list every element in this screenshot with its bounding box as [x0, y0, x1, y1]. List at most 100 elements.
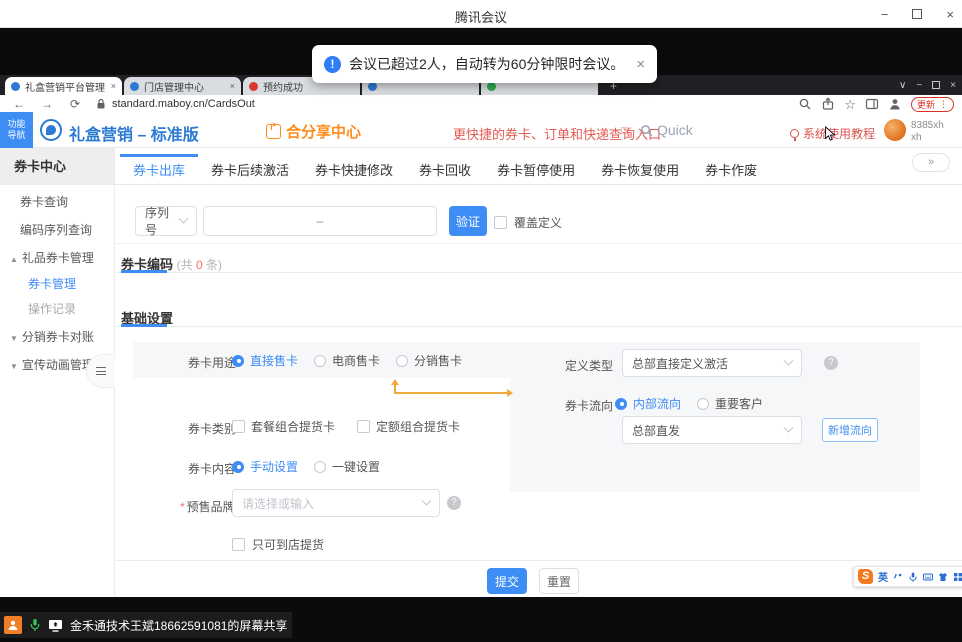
- verify-button[interactable]: 验证: [449, 206, 487, 236]
- sogou-logo-icon[interactable]: S: [858, 569, 873, 584]
- checkbox-icon[interactable]: [232, 420, 245, 433]
- punctuation-icon[interactable]: [893, 572, 903, 582]
- help-icon[interactable]: ?: [824, 356, 838, 370]
- brand-placeholder: 请选择或输入: [242, 495, 314, 512]
- mouse-cursor: [824, 126, 837, 142]
- side-panel-icon[interactable]: [865, 97, 879, 111]
- add-flow-button[interactable]: 新增流向: [822, 418, 878, 442]
- browser-tab-1[interactable]: 礼盒营销平台管理中心 ×: [5, 77, 122, 95]
- flow-label: 券卡流向: [565, 397, 613, 414]
- serial-input[interactable]: [203, 206, 437, 236]
- form-footer: 提交 重置: [115, 560, 962, 597]
- radio-icon[interactable]: [314, 355, 326, 367]
- nav-toggle-line2: 导航: [7, 130, 25, 141]
- browser-update-button[interactable]: 更新 ⋮: [911, 97, 954, 112]
- tab-label: 礼盒营销平台管理中心: [25, 79, 106, 94]
- submit-button[interactable]: 提交: [487, 568, 527, 594]
- close-icon[interactable]: ×: [946, 7, 954, 22]
- radio-icon[interactable]: [232, 355, 244, 367]
- kebab-menu-icon[interactable]: ⋮: [939, 99, 948, 110]
- browser-close-icon[interactable]: ×: [950, 80, 956, 91]
- serial-type-select[interactable]: 序列号: [135, 206, 197, 236]
- override-checkbox-row[interactable]: 覆盖定义: [494, 214, 562, 231]
- browser-maximize-icon[interactable]: [932, 81, 940, 89]
- mic-icon[interactable]: [908, 572, 918, 582]
- notification-close-icon[interactable]: ×: [636, 56, 645, 73]
- zoom-icon[interactable]: [798, 97, 812, 111]
- tab-card-suspend[interactable]: 券卡暂停使用: [484, 154, 588, 185]
- reset-button[interactable]: 重置: [539, 568, 579, 594]
- tab-close-icon[interactable]: ×: [111, 81, 116, 91]
- tab-card-void[interactable]: 券卡作废: [692, 154, 770, 185]
- store-only-label: 只可到店提货: [252, 536, 324, 553]
- sidebar-item-card-query[interactable]: 券卡查询: [20, 193, 68, 210]
- radio-icon[interactable]: [314, 461, 326, 473]
- chevron-down-icon: [179, 213, 189, 223]
- url-field[interactable]: standard.maboy.cn/CardsOut: [96, 98, 255, 110]
- radio-ecommerce-sale[interactable]: 电商售卡: [314, 352, 380, 369]
- radio-direct-sale[interactable]: 直接售卡: [232, 352, 298, 369]
- checkbox-combo-pickup-card[interactable]: 套餐组合提货卡: [232, 418, 335, 435]
- minimize-icon[interactable]: −: [881, 7, 889, 22]
- browser-tab-2[interactable]: 门店管理中心 ×: [124, 77, 241, 95]
- def-type-select[interactable]: 总部直接定义激活: [622, 349, 802, 377]
- maximize-icon[interactable]: [912, 9, 922, 19]
- avatar[interactable]: [884, 119, 906, 141]
- radio-icon[interactable]: [396, 355, 408, 367]
- toolbox-grid-icon[interactable]: [953, 572, 962, 582]
- flow-select[interactable]: 总部直发: [622, 416, 802, 444]
- usage-label: 券卡用途: [188, 354, 236, 371]
- browser-minimize-icon[interactable]: −: [916, 80, 922, 91]
- sidebar-item-code-serial-query[interactable]: 编码序列查询: [20, 221, 92, 238]
- refresh-icon[interactable]: ⟳: [66, 97, 84, 111]
- share-icon[interactable]: [821, 97, 835, 111]
- radio-icon[interactable]: [615, 398, 627, 410]
- radio-one-click-setup[interactable]: 一键设置: [314, 458, 380, 475]
- checkbox-icon[interactable]: [232, 538, 245, 551]
- checkbox-icon[interactable]: [494, 216, 507, 229]
- sidebar-group-gift-card-mgmt[interactable]: ▲礼品券卡管理: [10, 249, 94, 266]
- codes-section-underline: [115, 272, 962, 273]
- keyboard-icon[interactable]: [923, 572, 933, 582]
- sidebar-group-distribution-reconcile[interactable]: ▼分销券卡对账: [10, 328, 94, 345]
- radio-icon[interactable]: [697, 398, 709, 410]
- tab-card-later-activate[interactable]: 券卡后续激活: [198, 154, 302, 185]
- bookmark-star-icon[interactable]: ☆: [844, 98, 856, 111]
- radio-manual-setup[interactable]: 手动设置: [232, 458, 298, 475]
- tab-card-outbound[interactable]: 券卡出库: [120, 154, 198, 185]
- profile-icon[interactable]: [888, 97, 902, 111]
- tab-close-icon[interactable]: ×: [230, 81, 235, 91]
- checkbox-fixed-combo-pickup-card[interactable]: 定额组合提货卡: [357, 418, 460, 435]
- radio-important-customer[interactable]: 重要客户: [697, 395, 763, 412]
- tab-card-resume[interactable]: 券卡恢复使用: [588, 154, 692, 185]
- sidebar-group-promo-animation[interactable]: ▼宣传动画管理: [10, 356, 94, 373]
- checkbox-icon[interactable]: [357, 420, 370, 433]
- back-icon[interactable]: ←: [10, 97, 28, 111]
- chevron-down-icon[interactable]: ∨: [899, 80, 906, 91]
- mic-active-icon[interactable]: [29, 618, 41, 632]
- category-options: 套餐组合提货卡 定额组合提货卡: [232, 418, 460, 435]
- sidebar-collapse-handle[interactable]: [86, 354, 115, 388]
- forward-icon[interactable]: →: [38, 97, 56, 111]
- help-icon[interactable]: ?: [447, 496, 461, 510]
- flow-options: 内部流向 重要客户: [615, 395, 763, 412]
- expand-right-button[interactable]: »: [912, 153, 950, 172]
- skin-icon[interactable]: [938, 572, 948, 582]
- quick-search-label: Quick: [657, 122, 693, 138]
- serial-type-value: 序列号: [145, 204, 180, 238]
- sidebar-item-card-mgmt-active[interactable]: 券卡管理: [28, 275, 76, 292]
- store-only-checkbox-row[interactable]: 只可到店提货: [232, 536, 324, 553]
- share-center-link[interactable]: 合分享中心: [266, 121, 361, 142]
- tab-card-recycle[interactable]: 券卡回收: [406, 154, 484, 185]
- brand-logo-icon: [40, 119, 62, 141]
- tab-favicon: [249, 82, 258, 91]
- radio-internal-flow[interactable]: 内部流向: [615, 395, 681, 412]
- quick-search[interactable]: Quick: [640, 122, 693, 138]
- brand-select[interactable]: 请选择或输入: [232, 489, 440, 517]
- radio-icon[interactable]: [232, 461, 244, 473]
- radio-distribution-sale[interactable]: 分销售卡: [396, 352, 462, 369]
- sidebar-item-operation-log[interactable]: 操作记录: [28, 300, 76, 317]
- tab-card-quick-modify[interactable]: 券卡快捷修改: [302, 154, 406, 185]
- ime-mode-toggle[interactable]: 英: [878, 569, 888, 584]
- function-nav-toggle[interactable]: 功能 导航: [0, 112, 33, 148]
